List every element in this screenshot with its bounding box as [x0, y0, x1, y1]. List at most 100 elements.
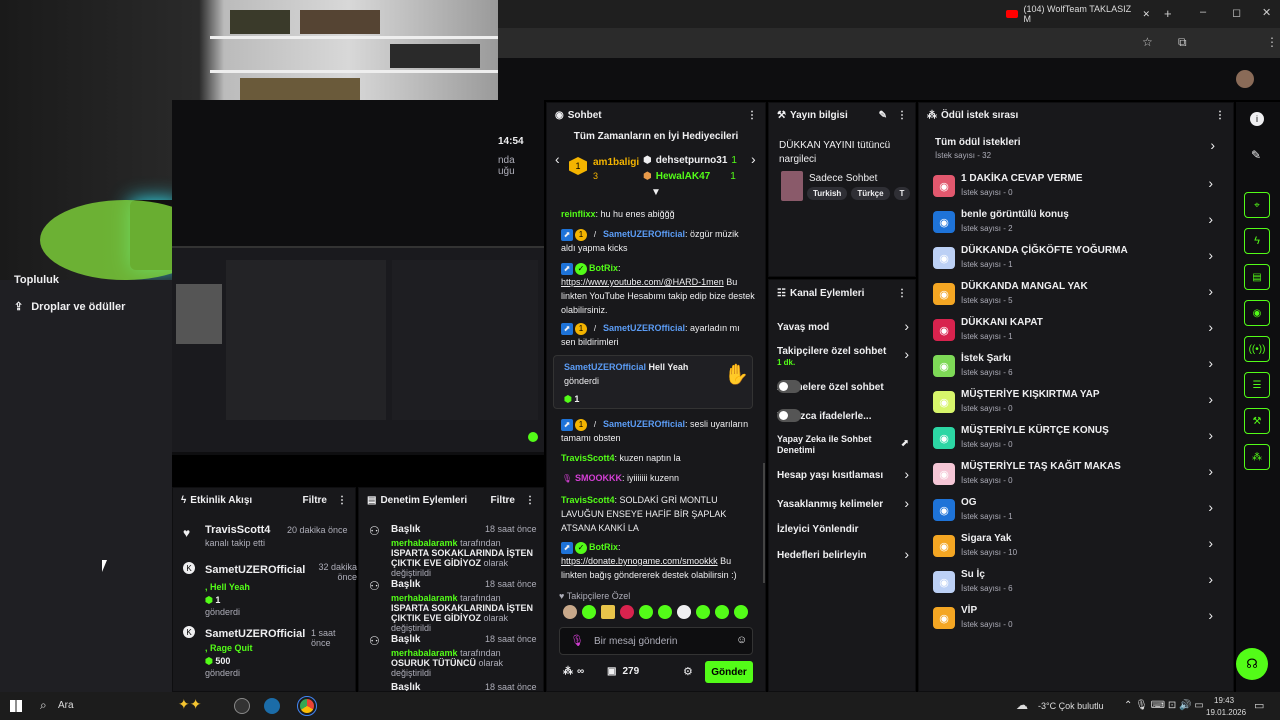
app-icon[interactable]: [234, 698, 250, 714]
reward-item[interactable]: ◉ Su İç İstek sayısı - 6 ›: [933, 569, 1213, 603]
emote-icon[interactable]: [696, 605, 710, 619]
reward-item[interactable]: ◉ benle görüntülü konuş İstek sayısı - 2 ›: [933, 209, 1213, 243]
new-tab-button[interactable]: +: [1164, 6, 1172, 21]
action-subscribers-only[interactable]: Abonelere özel sohbet: [777, 380, 909, 396]
broadcast-icon[interactable]: ((•)): [1244, 336, 1270, 362]
emote-icon[interactable]: [601, 605, 615, 619]
emote-icon[interactable]: [658, 605, 672, 619]
reward-item[interactable]: ◉ DÜKKANDA ÇİĞKÖFTE YOĞURMA İstek sayısı -…: [933, 245, 1213, 279]
browser-tab[interactable]: (104) WolfTeam TAKLASIZ M ✕: [998, 3, 1156, 25]
emote-icon[interactable]: [563, 605, 577, 619]
edit-pencil-icon[interactable]: ✎: [879, 110, 887, 121]
action-banned-words[interactable]: Yasaklanmış kelimeler ›: [777, 495, 909, 513]
sliders-icon[interactable]: ☰: [1244, 372, 1270, 398]
activity-filter-button[interactable]: Filtre: [303, 495, 327, 506]
star-icon[interactable]: ☆: [1142, 35, 1153, 49]
microphone-icon[interactable]: 🎙: [570, 634, 584, 647]
channel-actions-menu-icon[interactable]: ⋮: [897, 288, 907, 299]
search-icon[interactable]: ⌕: [40, 698, 47, 713]
chevron-right-icon[interactable]: ›: [751, 151, 756, 167]
clock-date[interactable]: 19.01.2026: [1206, 708, 1246, 717]
category-name[interactable]: Sadece Sohbet: [809, 173, 877, 184]
sidebar-item-topluluk[interactable]: Topluluk: [14, 274, 59, 286]
mod-menu-icon[interactable]: ⋮: [525, 495, 535, 506]
chat-menu-icon[interactable]: ⋮: [747, 110, 757, 121]
windows-start-icon[interactable]: [10, 700, 22, 712]
tag[interactable]: Türkçe: [851, 187, 890, 200]
action-account-age[interactable]: Hesap yaşı kısıtlaması ›: [777, 466, 909, 484]
subscribers-only-toggle[interactable]: [777, 380, 801, 393]
sidebar-item-drops[interactable]: ⇪ Droplar ve ödüller: [14, 300, 125, 314]
emote-icon[interactable]: [734, 605, 748, 619]
extensions-icon[interactable]: ⧉: [1178, 35, 1187, 50]
info-icon[interactable]: i: [1250, 112, 1264, 126]
chat-icon[interactable]: ◉: [1244, 300, 1270, 326]
tray-icons[interactable]: ⌃ 🎙 ⌨ ⊡ 🔊 ▭: [1124, 700, 1204, 711]
reward-item[interactable]: ◉ MÜŞTERİYLE KÜRTÇE KONUŞ İstek sayısı - 0…: [933, 425, 1213, 459]
window-maximize-button[interactable]: ◻: [1232, 6, 1241, 19]
emotes-only-toggle[interactable]: [777, 409, 801, 422]
reward-item[interactable]: ◉ Sigara Yak İstek sayısı - 10 ›: [933, 533, 1213, 567]
weather-text[interactable]: -3°C Çok bulutlu: [1038, 701, 1104, 711]
address-bar[interactable]: ☆ ⧉ ⋮: [498, 28, 1280, 58]
chat-input[interactable]: 🎙 Bir mesaj gönderin ☺: [559, 627, 753, 655]
mod-filter-button[interactable]: Filtre: [491, 495, 515, 506]
action-raid[interactable]: İzleyici Yönlendir: [777, 522, 909, 538]
tab-close-icon[interactable]: ✕: [1142, 9, 1150, 20]
reward-icon[interactable]: ⁂: [1244, 444, 1270, 470]
window-minimize-button[interactable]: –: [1200, 6, 1206, 18]
send-button[interactable]: Gönder: [705, 661, 753, 683]
action-ai-moderation[interactable]: Yapay Zeka ile Sohbet Denetimi ⬈: [777, 434, 909, 460]
gifter-second[interactable]: ⬢ dehsetpurno31 1: [643, 155, 737, 166]
chrome-icon[interactable]: [297, 696, 317, 716]
emote-icon[interactable]: [715, 605, 729, 619]
action-slow-mode[interactable]: Yavaş mod ›: [777, 318, 909, 336]
bolt-icon[interactable]: ϟ: [1244, 228, 1270, 254]
activity-user[interactable]: SametUZEROfficial: [205, 628, 305, 640]
avatar[interactable]: [1236, 70, 1254, 88]
reward-item[interactable]: ◉ MÜŞTERİYE KIŞKIRTMA YAP İstek sayısı - 0…: [933, 389, 1213, 423]
taskbar-search[interactable]: Ara: [58, 700, 74, 711]
gifter-third[interactable]: ⬢ HewalAK47 1: [643, 171, 736, 182]
emote-icon[interactable]: [620, 605, 634, 619]
edit-pencil-icon[interactable]: ✎: [1251, 148, 1261, 162]
steam-icon[interactable]: [264, 698, 280, 714]
emote-icon[interactable]: [639, 605, 653, 619]
notification-icon[interactable]: ▭: [1254, 699, 1264, 712]
reward-item[interactable]: ◉ MÜŞTERİYLE TAŞ KAĞIT MAKAS İstek sayısı …: [933, 461, 1213, 495]
reward-item[interactable]: ◉ VİP İstek sayısı - 0 ›: [933, 605, 1213, 639]
reward-queue-menu-icon[interactable]: ⋮: [1215, 110, 1225, 121]
reward-item[interactable]: ◉ OG İstek sayısı - 1 ›: [933, 497, 1213, 531]
support-headset-icon[interactable]: ☊: [1236, 648, 1268, 680]
chat-scrollbar[interactable]: [763, 463, 765, 583]
settings-gear-icon[interactable]: ⚙: [683, 665, 693, 678]
action-followers-only[interactable]: Takipçilere özel sohbet 1 dk. ›: [777, 346, 909, 372]
emoji-icon[interactable]: ☺: [736, 634, 747, 646]
emote-icon[interactable]: [677, 605, 691, 619]
clock-time[interactable]: 19:43: [1214, 696, 1234, 705]
reward-item[interactable]: ◉ İstek Şarkı İstek sayısı - 6 ›: [933, 353, 1213, 387]
tag[interactable]: T: [893, 187, 911, 200]
chat-users-indicator[interactable]: ⁂ ∞: [563, 666, 584, 677]
action-goals[interactable]: Hedefleri belirleyin ›: [777, 546, 909, 564]
activity-menu-icon[interactable]: ⋮: [337, 495, 347, 506]
focus-icon[interactable]: ⌖: [1244, 192, 1270, 218]
channel-points[interactable]: ▣ 279: [607, 666, 639, 677]
window-close-button[interactable]: ✕: [1262, 6, 1271, 19]
activity-user[interactable]: TravisScott4: [205, 524, 270, 536]
stream-preview[interactable]: 14:54 nda uğu: [172, 100, 544, 455]
emote-icon[interactable]: [582, 605, 596, 619]
menu-icon[interactable]: ⋮: [1266, 35, 1278, 49]
stream-info-menu-icon[interactable]: ⋮: [897, 110, 907, 121]
reward-item[interactable]: ◉ DÜKKANDA MANGAL YAK İstek sayısı - 5 ›: [933, 281, 1213, 315]
tag[interactable]: Turkish: [807, 187, 848, 200]
reward-item[interactable]: ◉ DÜKKANI KAPAT İstek sayısı - 1 ›: [933, 317, 1213, 351]
activity-user[interactable]: SametUZEROfficial: [205, 564, 305, 576]
chevron-left-icon[interactable]: ‹: [555, 151, 560, 167]
reward-all[interactable]: Tüm ödül istekleri İstek sayısı - 32 ›: [935, 137, 1215, 165]
scroll-down-icon[interactable]: ▼: [651, 187, 661, 198]
reward-item[interactable]: ◉ 1 DAKİKA CEVAP VERME İstek sayısı - 0 ›: [933, 173, 1213, 207]
document-icon[interactable]: ▤: [1244, 264, 1270, 290]
action-emotes-only[interactable]: Yalnızca ifadelerle...: [777, 409, 909, 425]
wrench-icon[interactable]: ⚒: [1244, 408, 1270, 434]
